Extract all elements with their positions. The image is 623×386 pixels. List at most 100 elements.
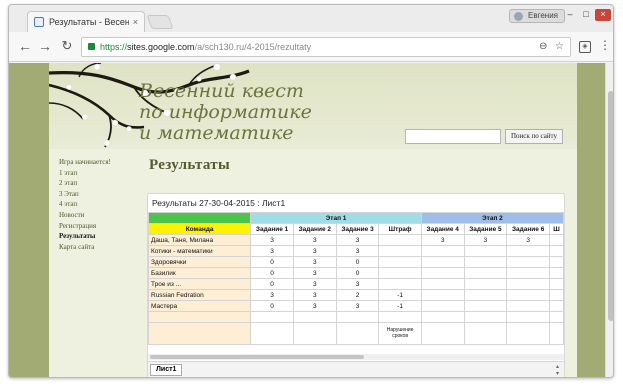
score-cell: 3 <box>250 289 294 301</box>
score-cell <box>506 245 550 257</box>
table-row: Russian Fedration 3 3 2 -1 <box>148 289 564 301</box>
team-cell: Здоровячки <box>148 256 252 268</box>
sidebar-item-stage-1[interactable]: 1 этап <box>59 168 139 179</box>
site-title-line-1: Весенний квест <box>139 80 304 102</box>
url-scheme: https:// <box>100 42 128 52</box>
score-cell <box>378 278 422 290</box>
score-cell <box>463 322 508 345</box>
table-row <box>148 311 564 323</box>
score-cell: 3 <box>506 234 550 246</box>
forward-arrow-icon[interactable]: → <box>37 38 53 54</box>
sidebar-item-stage-2[interactable]: 2 этап <box>59 178 139 189</box>
table-group-row: Этап 1 Этап 2 <box>148 212 564 224</box>
browser-tab[interactable]: Результаты - Весенний × <box>27 11 145 32</box>
score-cell: 3 <box>292 245 337 257</box>
score-cell: 3 <box>335 245 380 257</box>
tab-close-icon[interactable]: × <box>133 17 138 27</box>
score-cell <box>378 234 422 246</box>
back-arrow-icon[interactable]: ← <box>17 38 33 54</box>
sidebar-item-sitemap[interactable]: Карта сайта <box>59 242 139 253</box>
reload-icon[interactable]: ↻ <box>59 38 75 54</box>
score-cell <box>420 311 465 323</box>
team-cell: Мастера <box>148 300 252 312</box>
sidebar-item-registration[interactable]: Регистрация <box>59 221 139 232</box>
column-header-team: Команда <box>148 223 252 235</box>
score-cell <box>549 256 564 268</box>
scrollbar-thumb[interactable] <box>608 91 613 321</box>
sidebar-item-news[interactable]: Новости <box>59 210 139 221</box>
bookmark-star-icon[interactable]: ☆ <box>555 41 564 52</box>
browser-menu-icon[interactable]: ⋮ <box>599 38 611 52</box>
embedded-spreadsheet[interactable]: Результаты 27-30-04-2015 : Лист1 Этап 1 … <box>147 193 565 377</box>
score-cell <box>335 322 380 345</box>
sidebar-item-results[interactable]: Результаты <box>59 231 139 242</box>
new-tab-button[interactable] <box>146 15 174 29</box>
minimize-button[interactable]: – <box>563 9 577 21</box>
score-cell: 3 <box>335 234 380 246</box>
group-header-empty <box>148 212 252 224</box>
web-page: Весенний квест по информатике и математи… <box>9 63 605 377</box>
scroll-down-icon[interactable]: ▾ <box>556 370 559 377</box>
site-search-button[interactable]: Поиск по сайту <box>505 129 563 144</box>
score-cell <box>549 278 564 290</box>
table-row: Даша, Таня, Милана 3 3 3 3 3 3 <box>148 234 564 246</box>
page-title: Результаты <box>149 157 230 173</box>
scroll-up-icon[interactable]: ▴ <box>556 363 559 370</box>
table-row: Здоровячки 0 3 0 <box>148 256 564 268</box>
close-window-button[interactable]: × <box>595 9 611 21</box>
score-cell: 3 <box>292 234 337 246</box>
score-cell: 0 <box>250 278 294 290</box>
zoom-icon[interactable]: ⊖ <box>539 41 547 52</box>
sidebar-item-stage-3[interactable]: 3 Этап <box>59 189 139 200</box>
score-cell: -1 <box>378 300 422 312</box>
scrollbar-thumb[interactable] <box>150 355 364 359</box>
column-header: Задание 1 <box>250 223 294 235</box>
column-header: Задание 2 <box>292 223 337 235</box>
score-cell <box>463 278 508 290</box>
score-cell <box>378 311 422 323</box>
sheet-tab-list1[interactable]: Лист1 <box>150 364 183 376</box>
score-cell <box>420 256 465 268</box>
profile-label: Евгения <box>528 11 558 20</box>
profile-icon <box>514 12 523 21</box>
team-cell: Russian Fedration <box>148 289 252 301</box>
browser-toolbar: ← → ↻ https://sites.google.com/a/sch130.… <box>9 32 613 62</box>
extension-icon[interactable]: ◈ <box>579 41 591 53</box>
score-cell: 3 <box>335 300 380 312</box>
score-cell <box>549 311 564 323</box>
score-cell <box>463 289 508 301</box>
score-cell <box>420 278 465 290</box>
sidebar-item-start[interactable]: Игра начинается! <box>59 157 139 168</box>
score-cell: 3 <box>250 245 294 257</box>
score-cell: 3 <box>250 234 294 246</box>
site-title[interactable]: Весенний квест по информатике и математи… <box>139 81 312 144</box>
horizontal-scrollbar[interactable] <box>148 354 564 360</box>
site-title-line-2: по информатике <box>139 101 312 123</box>
score-cell: 3 <box>292 300 337 312</box>
score-cell <box>549 234 564 246</box>
team-cell: Котики - математики <box>148 245 252 257</box>
score-cell: 3 <box>420 234 465 246</box>
sidebar-item-stage-4[interactable]: 4 этап <box>59 199 139 210</box>
score-cell <box>506 300 550 312</box>
profile-button[interactable]: Евгения <box>509 9 565 23</box>
score-cell: 3 <box>292 278 337 290</box>
team-cell <box>148 311 252 323</box>
table-row: Трое из ... 0 3 3 <box>148 278 564 290</box>
maximize-button[interactable]: □ <box>579 9 593 21</box>
url-host: sites.google.com <box>127 42 195 52</box>
site-container: Весенний квест по информатике и математи… <box>49 63 577 377</box>
group-header-stage-2: Этап 2 <box>420 212 564 224</box>
site-sidebar-nav: Игра начинается! 1 этап 2 этап 3 Этап 4 … <box>59 157 139 252</box>
page-scrollbar[interactable] <box>605 63 613 377</box>
score-cell <box>549 245 564 257</box>
table-row: Базилик 0 3 0 <box>148 267 564 279</box>
score-cell <box>378 245 422 257</box>
score-cell: 3 <box>292 256 337 268</box>
address-bar[interactable]: https://sites.google.com/a/sch130.ru/4-2… <box>81 37 571 57</box>
score-cell <box>292 322 337 345</box>
site-header: Весенний квест по информатике и математи… <box>49 63 577 149</box>
site-search-input[interactable] <box>405 129 501 144</box>
score-cell <box>463 256 508 268</box>
browser-window: Результаты - Весенний × Евгения – □ × ← … <box>8 4 614 378</box>
